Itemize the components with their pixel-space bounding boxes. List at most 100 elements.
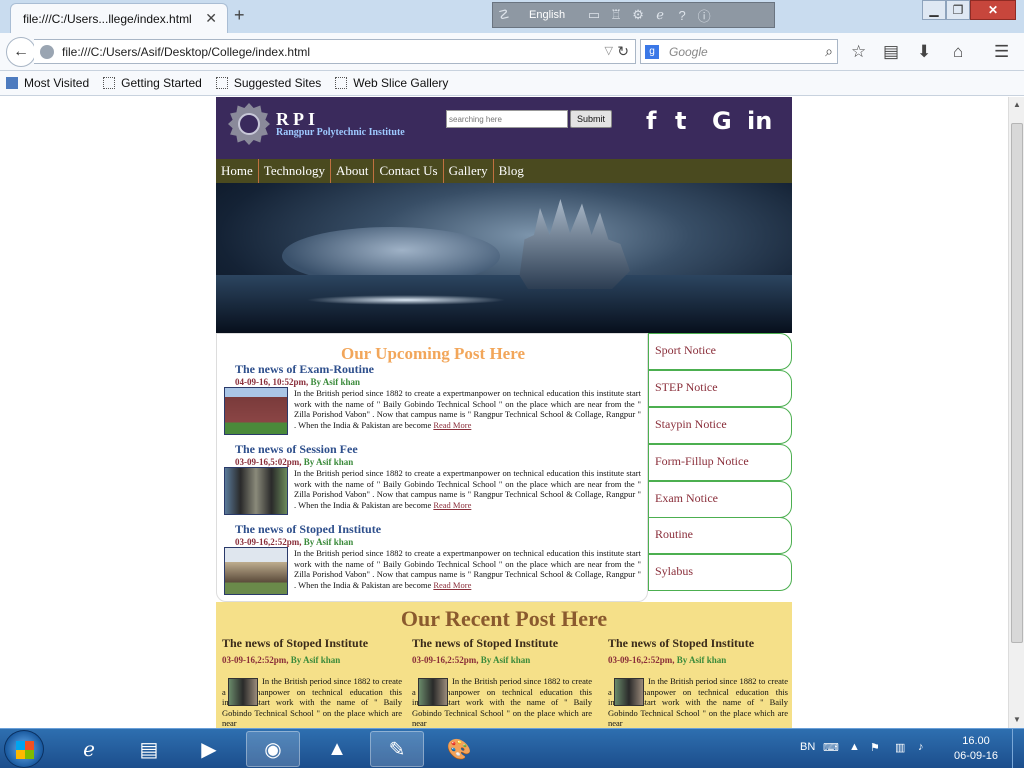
media-player-icon[interactable]: ▶ <box>182 731 236 767</box>
sidebar-item-form-fillup-notice[interactable]: Form-Fillup Notice <box>648 444 792 481</box>
sidebar-item-sport-notice[interactable]: Sport Notice <box>648 333 792 370</box>
system-clock[interactable]: 16.00 06-09-16 <box>948 734 1004 764</box>
tool-icon[interactable]: ♖ <box>605 7 627 23</box>
menu-icon[interactable]: ☰ <box>994 42 1009 62</box>
download-icon[interactable]: ⬇ <box>917 42 931 62</box>
language-label[interactable]: English <box>529 9 565 21</box>
ie-icon[interactable]: ℯ <box>649 7 671 23</box>
google-icon[interactable]: g <box>645 44 659 59</box>
page-icon <box>103 77 116 89</box>
menu-home[interactable]: Home <box>216 159 259 183</box>
upcoming-post: The news of Exam-Routine 04-09-16, 10:52… <box>217 362 649 442</box>
bookmark-star-icon[interactable]: ☆ <box>851 42 866 62</box>
url-bar[interactable]: file:///C:/Users/Asif/Desktop/College/in… <box>34 39 636 64</box>
maximize-button[interactable]: ❐ <box>946 0 970 20</box>
menu-blog[interactable]: Blog <box>494 159 529 183</box>
reload-icon[interactable]: ↻ <box>617 43 629 60</box>
minimize-button[interactable]: ▁ <box>922 0 946 20</box>
facebook-icon[interactable]: f <box>646 107 656 135</box>
help-icon[interactable]: ? <box>671 8 693 23</box>
close-window-button[interactable]: ✕ <box>970 0 1016 20</box>
browser-tab[interactable]: file:///C:/Users...llege/index.html ✕ <box>10 3 228 33</box>
site-menu: Home Technology About Contact Us Gallery… <box>216 159 792 183</box>
clock-date: 06-09-16 <box>953 750 999 762</box>
input-language-indicator[interactable]: BN <box>800 741 815 753</box>
site-submit-button[interactable]: Submit <box>570 110 612 128</box>
file-explorer-icon[interactable]: ▤ <box>122 731 176 767</box>
bookmark-most-visited[interactable]: Most Visited <box>6 76 89 90</box>
home-icon[interactable]: ⌂ <box>953 42 963 62</box>
url-text[interactable]: file:///C:/Users/Asif/Desktop/College/in… <box>62 45 310 59</box>
globe-icon <box>40 44 54 59</box>
sidebar-item-exam-notice[interactable]: Exam Notice <box>648 481 792 518</box>
language-bar[interactable]: ☡ English ▭ ♖ ⚙ ℯ ? ⓘ <box>492 2 775 28</box>
read-more-link[interactable]: Read More <box>433 420 471 430</box>
scroll-up-icon[interactable]: ▲ <box>1009 97 1024 113</box>
site-brand-full: Rangpur Polytechnic Institute <box>276 127 405 138</box>
twitter-icon[interactable]: t <box>675 107 686 135</box>
bookmark-suggested-sites[interactable]: Suggested Sites <box>215 76 321 90</box>
menu-gallery[interactable]: Gallery <box>444 159 494 183</box>
recent-post-title[interactable]: The news of Stoped Institute <box>412 636 596 651</box>
post-meta: 04-09-16, 10:52pm, By Asif khan <box>235 377 361 387</box>
keyboard-icon[interactable]: ⌨ <box>823 741 839 754</box>
sidebar-item-sylabus[interactable]: Sylabus <box>648 554 792 591</box>
search-icon[interactable]: ⌕ <box>825 43 833 60</box>
menu-about[interactable]: About <box>331 159 375 183</box>
sidebar-item-staypin-notice[interactable]: Staypin Notice <box>648 407 792 444</box>
action-center-icon[interactable]: ⚑ <box>870 741 880 754</box>
post-text: In the British period since 1882 to crea… <box>294 468 641 510</box>
scroll-down-icon[interactable]: ▼ <box>1009 712 1024 728</box>
reading-list-icon[interactable]: ▤ <box>883 42 899 62</box>
scroll-thumb[interactable] <box>1011 123 1023 643</box>
new-tab-button[interactable]: + <box>234 5 245 26</box>
hero-banner <box>216 183 792 333</box>
tab-close-icon[interactable]: ✕ <box>205 10 217 27</box>
recent-title: Our Recent Post Here <box>400 606 608 631</box>
recent-post-thumbnail <box>614 678 644 706</box>
recent-post-meta: 03-09-16,2:52pm, By Asif khan <box>412 655 531 665</box>
start-button[interactable] <box>4 730 44 768</box>
back-button[interactable]: ← <box>6 37 36 67</box>
show-desktop-button[interactable] <box>1012 729 1024 768</box>
post-title[interactable]: The news of Stoped Institute <box>235 522 381 537</box>
sidebar-item-routine[interactable]: Routine <box>648 517 792 554</box>
menu-contact-us[interactable]: Contact Us <box>374 159 444 183</box>
post-thumbnail <box>224 547 288 595</box>
sidebar-item-step-notice[interactable]: STEP Notice <box>648 370 792 407</box>
post-title[interactable]: The news of Exam-Routine <box>235 362 374 377</box>
search-placeholder[interactable]: Google <box>669 45 708 59</box>
show-hidden-icons-icon[interactable]: ▲ <box>849 741 860 753</box>
read-more-link[interactable]: Read More <box>433 500 471 510</box>
url-dropdown-icon[interactable]: ▽ <box>605 44 613 57</box>
keyboard-icon[interactable]: ▭ <box>583 7 605 23</box>
post-title[interactable]: The news of Session Fee <box>235 442 358 457</box>
read-more-link[interactable]: Read More <box>433 580 471 590</box>
network-icon[interactable]: ▥ <box>895 741 905 754</box>
bookmark-web-slice-gallery[interactable]: Web Slice Gallery <box>335 76 448 90</box>
post-text: In the British period since 1882 to crea… <box>294 548 641 590</box>
recent-post-thumbnail <box>228 678 258 706</box>
notepad-plus-plus-icon[interactable]: ✎ <box>370 731 424 767</box>
info-icon[interactable]: ⓘ <box>693 6 715 25</box>
menu-technology[interactable]: Technology <box>259 159 331 183</box>
ime-icon[interactable]: ☡ <box>493 7 515 23</box>
vertical-scrollbar[interactable]: ▲ ▼ <box>1008 97 1024 728</box>
web-search-box[interactable]: g Google ⌕ <box>640 39 838 64</box>
linkedin-icon[interactable]: in <box>747 107 772 135</box>
internet-explorer-icon[interactable]: ℯ <box>62 731 116 767</box>
bookmark-getting-started[interactable]: Getting Started <box>103 76 202 90</box>
recent-post: The news of Stoped Institute 03-09-16,2:… <box>412 636 596 728</box>
logo-seal <box>238 113 260 135</box>
firefox-icon[interactable]: ◉ <box>246 731 300 767</box>
google-plus-icon[interactable]: G <box>712 107 732 135</box>
volume-icon[interactable]: ♪ <box>918 741 924 753</box>
paint-icon[interactable]: 🎨 <box>432 731 486 767</box>
site-search-input[interactable] <box>446 110 568 128</box>
banner-ship <box>519 199 630 289</box>
vlc-icon[interactable]: ▲ <box>310 731 364 767</box>
settings-icon[interactable]: ⚙ <box>627 7 649 23</box>
recent-post-title[interactable]: The news of Stoped Institute <box>608 636 792 651</box>
recent-post-title[interactable]: The news of Stoped Institute <box>222 636 406 651</box>
upcoming-posts-section: Our Upcoming Post Here The news of Exam-… <box>216 333 648 602</box>
